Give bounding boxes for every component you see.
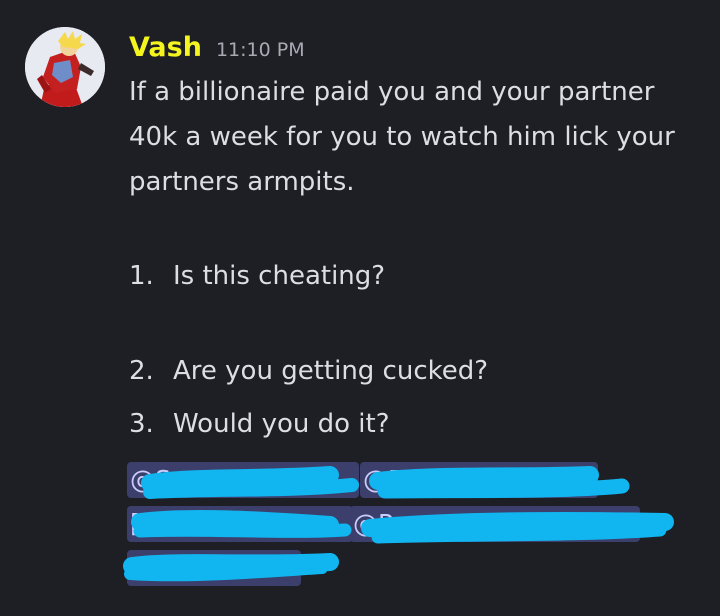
vash-avatar-icon [25, 27, 105, 107]
list-number: 3. [129, 409, 154, 439]
avatar[interactable] [25, 27, 105, 107]
user-mention[interactable]: @M [127, 550, 301, 586]
list-text: Is this cheating? [173, 261, 386, 291]
message-header: Vash 11:10 PM [129, 28, 305, 68]
list-text: Would you do it? [173, 409, 390, 439]
role-mention[interactable]: [M [127, 506, 353, 542]
username[interactable]: Vash [129, 28, 202, 68]
message-line: If a billionaire paid you and your partn… [129, 77, 655, 107]
message-line: partners armpits. [129, 167, 355, 197]
list-number: 1. [129, 261, 154, 291]
user-mention[interactable]: @P [350, 506, 640, 542]
message-line: 40k a week for you to watch him lick you… [129, 122, 675, 152]
list-item: 1. Is this cheating? [129, 256, 385, 296]
user-mention[interactable]: @B [360, 462, 598, 498]
list-text: Are you getting cucked? [173, 356, 489, 386]
list-item: 2. Are you getting cucked? [129, 351, 488, 391]
user-mention[interactable]: @S [127, 462, 359, 498]
list-number: 2. [129, 356, 154, 386]
timestamp[interactable]: 11:10 PM [216, 39, 305, 61]
chat-message: Vash 11:10 PM If a billionaire paid you … [0, 0, 720, 616]
list-item: 3. Would you do it? [129, 404, 390, 444]
